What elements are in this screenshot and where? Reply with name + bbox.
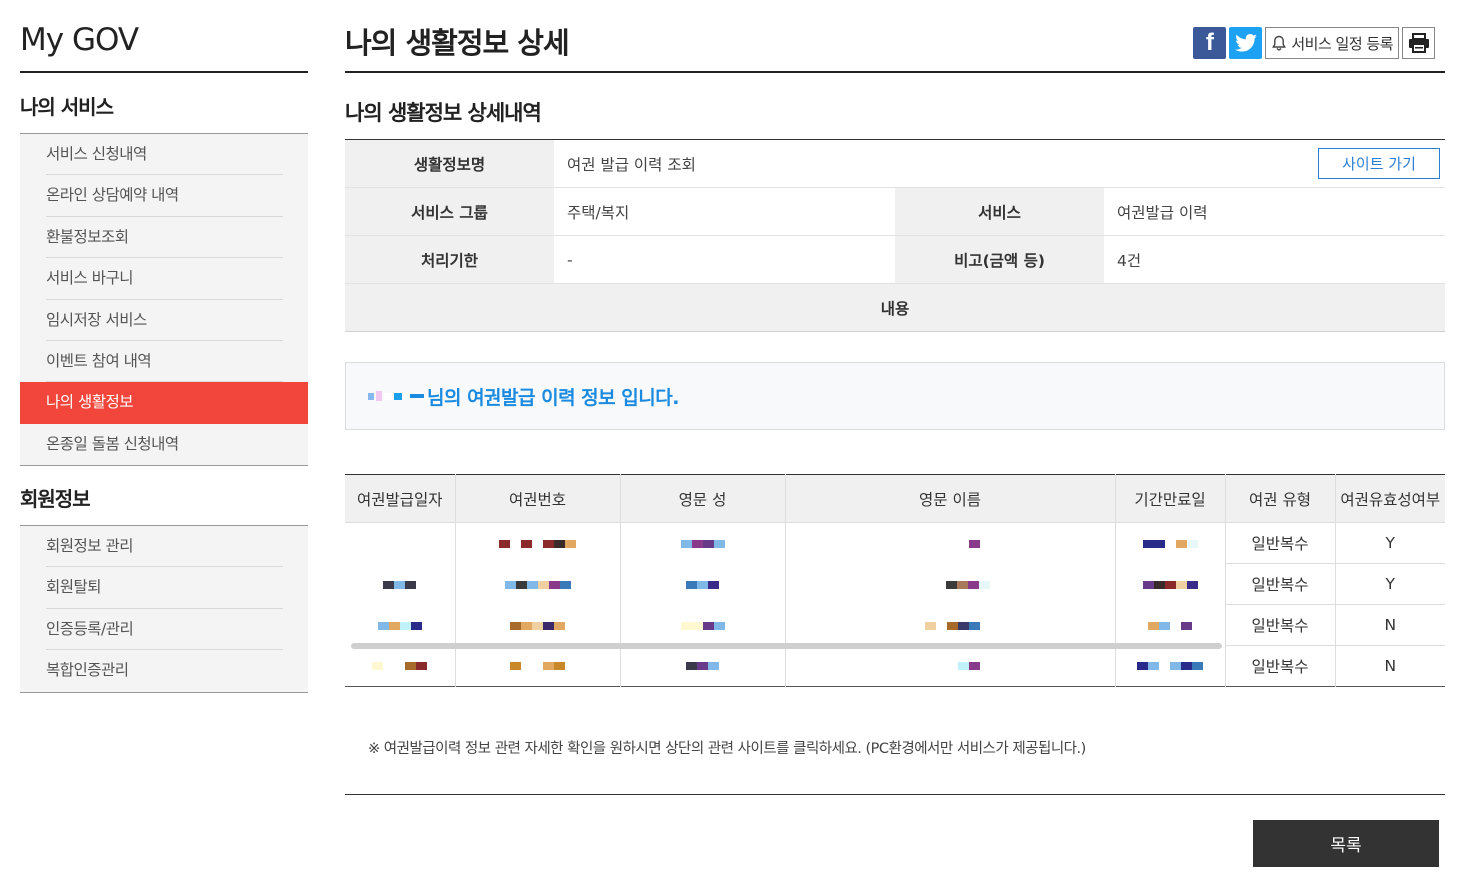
my-services-title: 나의 서비스 — [20, 95, 114, 119]
member-info-menu: 회원정보 관리 회원탈퇴 인증등록/관리 복합인증관리 — [20, 526, 308, 693]
col-issue-date: 여권발급일자 — [345, 474, 456, 523]
col-given-name: 영문 이름 — [785, 474, 1116, 523]
masked-cell — [345, 563, 456, 605]
masked-cell — [620, 645, 786, 687]
print-button[interactable] — [1402, 27, 1435, 59]
my-services-menu: 서비스 신청내역 온라인 상담예약 내역 환불정보조회 서비스 바구니 임시저장 서비스… — [20, 134, 308, 467]
validity-cell: Y — [1335, 563, 1445, 605]
sidebar-item[interactable]: 임시저장 서비스 — [20, 300, 308, 342]
page-title: 나의 생활정보 상세 — [345, 26, 570, 60]
passport-type-cell: 일반복수 — [1225, 645, 1336, 687]
detail-row: 생활정보명 여권 발급 이력 조회 사이트 가기 — [345, 140, 1445, 188]
masked-cell — [785, 645, 1116, 687]
life-info-name-label: 생활정보명 — [345, 140, 554, 187]
passport-type-cell: 일반복수 — [1225, 522, 1336, 564]
masked-cell — [345, 522, 456, 564]
deadline-value: - — [567, 250, 573, 269]
masked-cell — [620, 604, 786, 646]
bottom-divider — [345, 794, 1445, 795]
masked-cell — [345, 645, 456, 687]
masked-cell — [455, 522, 621, 564]
passport-type-cell: 일반복수 — [1225, 563, 1336, 605]
title-divider — [345, 71, 1445, 73]
passport-history-table: 여권발급일자 여권번호 영문 성 영문 이름 기간만료일 여권 유형 여권유효성… — [345, 474, 1445, 687]
masked-cell — [1115, 563, 1226, 605]
masked-cell — [1115, 645, 1226, 687]
table-horizontal-scrollbar[interactable] — [351, 643, 1222, 649]
deadline-label: 처리기한 — [345, 236, 554, 283]
table-row: 일반복수 N — [345, 604, 1445, 646]
site-go-button[interactable]: 사이트 가기 — [1318, 148, 1440, 179]
passport-type-cell: 일반복수 — [1225, 604, 1336, 646]
sidebar-item[interactable]: 회원탈퇴 — [20, 567, 308, 610]
service-label: 서비스 — [895, 188, 1104, 235]
service-value: 여권발급 이력 — [1117, 203, 1208, 222]
table-row: 일반복수 Y — [345, 563, 1445, 605]
sidebar-item[interactable]: 이벤트 참여 내역 — [20, 341, 308, 383]
life-info-name-cell: 여권 발급 이력 조회 사이트 가기 — [554, 140, 1445, 187]
brand-divider — [20, 71, 308, 73]
member-info-title: 회원정보 — [20, 487, 91, 511]
list-button[interactable]: 목록 — [1253, 820, 1439, 867]
schedule-register-button[interactable]: 서비스 일정 등록 — [1265, 27, 1399, 59]
sidebar-item[interactable]: 온라인 상담예약 내역 — [20, 175, 308, 218]
masked-cell — [1115, 604, 1226, 646]
col-passport-number: 여권번호 — [455, 474, 621, 523]
schedule-register-label: 서비스 일정 등록 — [1291, 34, 1393, 53]
detail-table: 생활정보명 여권 발급 이력 조회 사이트 가기 서비스 그룹 주택/복지 서비… — [345, 139, 1445, 332]
masked-cell — [620, 522, 786, 564]
sidebar-item[interactable]: 서비스 신청내역 — [20, 134, 308, 176]
facebook-icon: f — [1205, 29, 1214, 56]
detail-section-title: 나의 생활정보 상세내역 — [345, 101, 542, 125]
masked-cell — [785, 522, 1116, 564]
bell-icon — [1272, 35, 1287, 51]
masked-cell — [455, 604, 621, 646]
masked-cell — [345, 604, 456, 646]
sidebar-item[interactable]: 온종일 돌봄 신청내역 — [20, 424, 308, 465]
sidebar-item[interactable]: 나의 생활정보 — [20, 382, 308, 424]
sidebar-item[interactable]: 환불정보조회 — [20, 217, 308, 259]
service-group-label: 서비스 그룹 — [345, 188, 554, 235]
masked-cell — [455, 645, 621, 687]
info-message: 님의 여권발급 이력 정보 입니다. — [427, 386, 679, 409]
brand-title[interactable]: My GOV — [20, 22, 139, 58]
masked-cell — [785, 604, 1116, 646]
col-passport-type: 여권 유형 — [1225, 474, 1336, 523]
validity-cell: Y — [1335, 522, 1445, 564]
life-info-name-value: 여권 발급 이력 조회 — [567, 155, 696, 174]
table-header-row: 여권발급일자 여권번호 영문 성 영문 이름 기간만료일 여권 유형 여권유효성… — [345, 474, 1445, 523]
validity-cell: N — [1384, 657, 1397, 675]
twitter-share-button[interactable] — [1229, 27, 1263, 59]
masked-cell — [455, 563, 621, 605]
facebook-share-button[interactable]: f — [1193, 27, 1227, 59]
masked-cell — [785, 563, 1116, 605]
header-actions: f 서비스 일정 등록 — [1193, 27, 1435, 59]
sidebar-item[interactable]: 서비스 바구니 — [20, 258, 308, 300]
sidebar-item[interactable]: 복합인증관리 — [20, 650, 308, 691]
col-surname: 영문 성 — [620, 474, 786, 523]
notice-text: ※ 여권발급이력 정보 관련 자세한 확인을 원하시면 상단의 관련 사이트를 … — [368, 741, 1086, 757]
info-message-box: 님의 여권발급 이력 정보 입니다. — [345, 362, 1445, 430]
service-group-value: 주택/복지 — [567, 203, 630, 222]
detail-row: 처리기한 - 비고(금액 등) 4건 — [345, 236, 1445, 284]
table-row: 일반복수 Y — [345, 522, 1445, 564]
content-label: 내용 — [345, 284, 1445, 332]
masked-cell — [1115, 522, 1226, 564]
detail-row: 서비스 그룹 주택/복지 서비스 여권발급 이력 — [345, 188, 1445, 236]
masked-user-name — [368, 391, 424, 401]
remarks-value: 4건 — [1117, 251, 1142, 270]
sidebar-item[interactable]: 회원정보 관리 — [20, 526, 308, 568]
col-validity: 여권유효성여부 — [1335, 474, 1445, 523]
remarks-label: 비고(금액 등) — [895, 236, 1104, 283]
col-expiry-date: 기간만료일 — [1115, 474, 1226, 523]
validity-cell: N — [1335, 604, 1445, 646]
twitter-icon — [1235, 34, 1257, 52]
print-icon — [1408, 33, 1429, 53]
table-row: 일반복수 N — [345, 645, 1445, 687]
masked-cell — [620, 563, 786, 605]
sidebar-item[interactable]: 인증등록/관리 — [20, 609, 308, 651]
